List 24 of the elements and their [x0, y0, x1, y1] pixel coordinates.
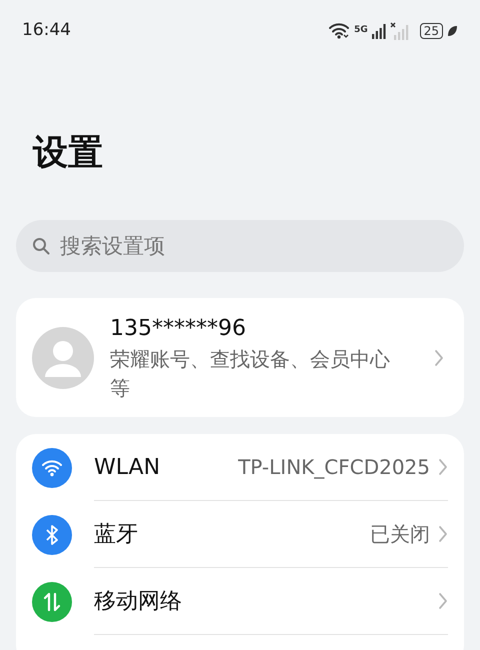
setting-label: 蓝牙	[94, 520, 139, 548]
wifi-icon	[328, 23, 350, 39]
account-name: 135******96	[110, 315, 247, 343]
setting-value: 已关闭	[370, 521, 430, 548]
setting-value: TP-LINK_CFCD2025	[238, 454, 430, 481]
setting-label: 移动网络	[94, 588, 183, 616]
chevron-icon	[438, 458, 448, 476]
account-card[interactable]: 135******96 荣耀账号、查找设备、会员中心等	[16, 298, 464, 417]
leaf-icon	[447, 25, 458, 37]
page-title: 设置	[33, 132, 104, 174]
setting-label: WLAN	[94, 454, 162, 482]
battery-indicator: 25	[420, 23, 443, 39]
chevron-icon	[434, 348, 444, 366]
clock-time: 16:44	[22, 19, 71, 42]
signal-icon	[372, 24, 386, 38]
chevron-icon	[438, 525, 448, 543]
chevron-icon	[438, 592, 448, 610]
settings-item[interactable]: WLAN TP-LINK_CFCD2025	[32, 434, 448, 501]
account-subtitle: 荣耀账号、查找设备、会员中心等	[110, 346, 391, 402]
search-field[interactable]: 搜索设置项	[16, 220, 464, 272]
network-type-label: 5G	[354, 24, 368, 37]
settings-item[interactable]: 蓝牙 已关闭	[32, 501, 448, 568]
settings-item[interactable]: 移动网络	[32, 568, 448, 635]
avatar-icon	[32, 326, 94, 388]
